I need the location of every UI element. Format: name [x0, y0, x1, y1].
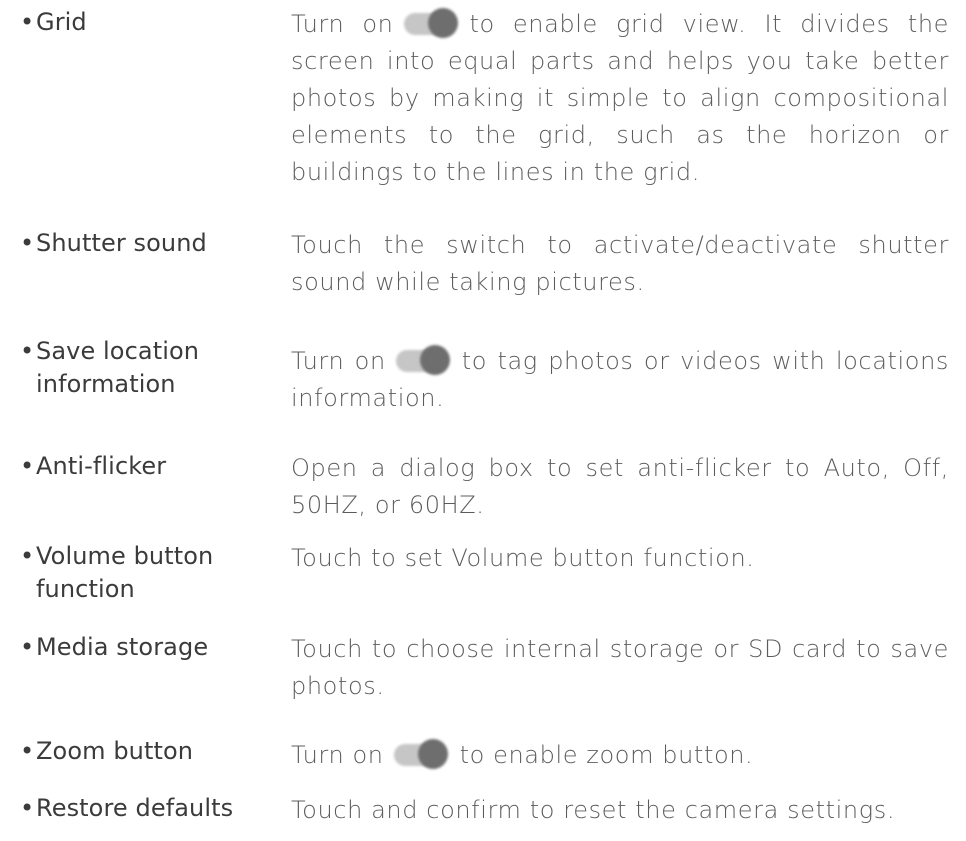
setting-term-anti-flicker: •Anti-flicker [20, 450, 280, 483]
desc-text: Touch to choose internal storage or SD c… [291, 635, 949, 700]
desc-text: Turn on [291, 10, 394, 38]
bullet-icon: • [20, 8, 35, 36]
term-line: Grid [36, 8, 87, 36]
setting-description-zoom-button: Turn on to enable zoom button. [291, 737, 949, 774]
desc-text: Turn on [291, 741, 384, 769]
setting-description-media-storage: Touch to choose internal storage or SD c… [291, 631, 949, 705]
toggle-switch-on-icon [402, 7, 462, 38]
setting-description-restore-defaults: Touch and confirm to reset the camera se… [291, 792, 949, 829]
term-line: Shutter sound [36, 229, 207, 257]
toggle-switch-on-icon [392, 738, 452, 769]
desc-text: Open a dialog box to set anti-flicker to… [291, 454, 949, 519]
term-line: Media storage [36, 633, 209, 661]
bullet-icon: • [20, 229, 35, 257]
bullet-icon: • [20, 794, 35, 822]
setting-term-zoom-button: •Zoom button [20, 735, 280, 768]
setting-description-shutter-sound: Touch the switch to activate/deactivate … [291, 227, 949, 301]
setting-term-shutter-sound: •Shutter sound [20, 227, 280, 260]
bullet-icon: • [20, 452, 35, 480]
setting-term-grid: •Grid [20, 6, 280, 39]
bullet-icon: • [20, 737, 35, 765]
setting-description-save-location: Turn on to tag photos or videos with loca… [291, 343, 949, 417]
setting-term-save-location: •Save location information [20, 335, 280, 401]
desc-text: Touch to set Volume button function. [291, 544, 755, 572]
desc-text: to enable zoom button. [459, 741, 754, 769]
bullet-icon: • [20, 633, 35, 661]
setting-description-grid: Turn on to enable grid view. It divides t… [291, 6, 949, 191]
term-line: Zoom button [36, 737, 194, 765]
term-line: Restore defaults [36, 794, 234, 822]
desc-text: Turn on [291, 347, 386, 375]
bullet-icon: • [20, 542, 35, 570]
term-line: Save location [36, 337, 200, 365]
setting-description-volume-button: Touch to set Volume button function. [291, 540, 949, 577]
toggle-switch-on-icon [394, 344, 454, 375]
desc-text: Touch and confirm to reset the camera se… [291, 796, 896, 824]
term-line: Anti-flicker [36, 452, 167, 480]
setting-description-anti-flicker: Open a dialog box to set anti-flicker to… [291, 450, 949, 524]
desc-text: to tag photos or videos with locations i… [291, 347, 949, 412]
term-line: Volume button [36, 542, 214, 570]
setting-term-volume-button: •Volume button function [20, 540, 280, 606]
term-line: function [36, 575, 135, 603]
bullet-icon: • [20, 337, 35, 365]
term-line: information [36, 370, 176, 398]
setting-term-restore-defaults: •Restore defaults [20, 792, 280, 825]
desc-text: Touch the switch to activate/deactivate … [291, 231, 949, 296]
setting-term-media-storage: •Media storage [20, 631, 280, 664]
